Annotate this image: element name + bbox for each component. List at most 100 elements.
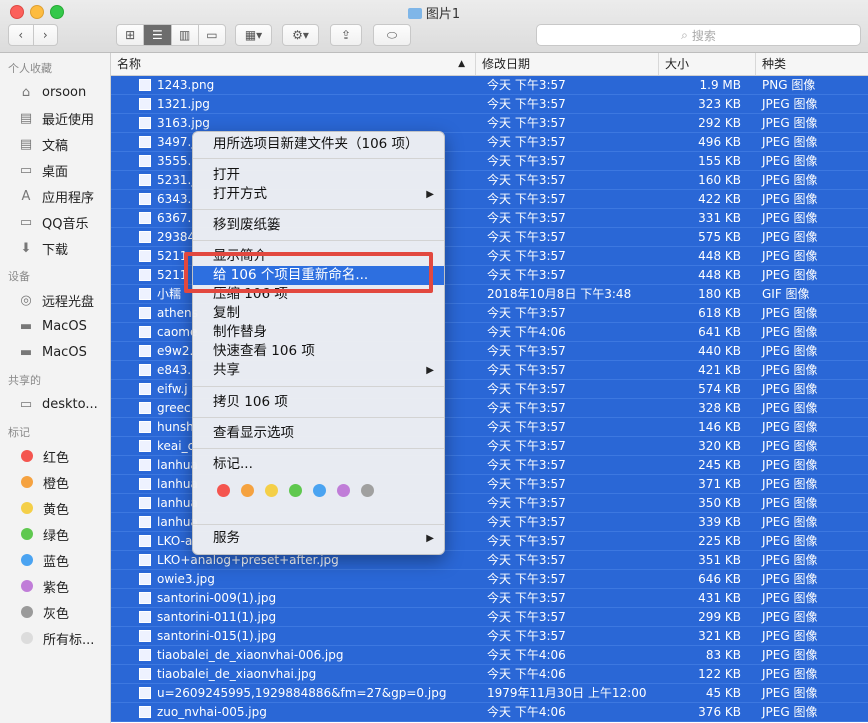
search-field[interactable]: ⌕ 搜索 xyxy=(536,24,861,46)
sidebar-tag-item[interactable]: 橙色 xyxy=(0,469,110,495)
menu-open[interactable]: 打开 xyxy=(193,166,444,185)
file-thumbnail-icon xyxy=(139,630,151,642)
menu-separator xyxy=(193,448,444,449)
file-date: 今天 下午3:57 xyxy=(487,572,566,586)
share-icon: ⇪ xyxy=(340,28,352,42)
file-name: 5211 xyxy=(157,249,188,263)
file-kind: JPEG 图像 xyxy=(762,534,818,548)
menu-move-to-trash[interactable]: 移到废纸篓 xyxy=(193,216,444,235)
menu-tag-color-icon[interactable] xyxy=(361,484,374,497)
context-menu: 用所选项目新建文件夹（106 项） 打开 打开方式 ▶ 移到废纸篓 显示简介 给 … xyxy=(192,131,445,555)
sidebar-item[interactable]: ▭ QQ音乐 xyxy=(0,209,110,235)
file-row[interactable]: tiaobalei_de_xiaonvhai-006.jpg 今天 下午4:06 8… xyxy=(111,646,868,665)
share-button[interactable]: ⇪ xyxy=(330,24,362,46)
sidebar-tag-item[interactable]: 红色 xyxy=(0,443,110,469)
sidebar-tag-item[interactable]: 蓝色 xyxy=(0,547,110,573)
file-thumbnail-icon xyxy=(139,478,151,490)
file-date: 1979年11月30日 上午12:00 xyxy=(487,686,647,700)
sidebar-item[interactable]: ⬇ 下载 xyxy=(0,235,110,261)
sidebar-item[interactable]: ▤ 文稿 xyxy=(0,131,110,157)
file-kind: JPEG 图像 xyxy=(762,116,818,130)
icon-view-button[interactable]: ⊞ xyxy=(117,25,145,45)
column-view-button[interactable]: ▥ xyxy=(172,25,199,45)
menu-show-view-options[interactable]: 查看显示选项 xyxy=(193,424,444,443)
file-row[interactable]: santorini-011(1).jpg 今天 下午3:57 299 KB JPEG … xyxy=(111,608,868,627)
menu-tag-color-icon[interactable] xyxy=(313,484,326,497)
sidebar-tag-item[interactable]: 紫色 xyxy=(0,573,110,599)
sidebar-item[interactable]: ▭ 桌面 xyxy=(0,157,110,183)
menu-quick-look[interactable]: 快速查看 106 项 xyxy=(193,342,444,361)
file-kind: JPEG 图像 xyxy=(762,154,818,168)
column-header-date[interactable]: 修改日期 xyxy=(476,53,659,75)
menu-open-with[interactable]: 打开方式 ▶ xyxy=(193,185,444,204)
file-row[interactable]: santorini-009(1).jpg 今天 下午3:57 431 KB JPEG … xyxy=(111,589,868,608)
menu-duplicate[interactable]: 复制 xyxy=(193,304,444,323)
menu-tag-color-icon[interactable] xyxy=(265,484,278,497)
menu-tag-color-icon[interactable] xyxy=(217,484,230,497)
forward-button[interactable]: › xyxy=(34,25,58,45)
sidebar-tag-item[interactable]: 所有标... xyxy=(0,625,110,651)
recents-icon: ▤ xyxy=(19,110,33,126)
column-header-name[interactable]: 名称 ▲ xyxy=(111,53,476,75)
file-row[interactable]: 1321.jpg 今天 下午3:57 323 KB JPEG 图像 xyxy=(111,95,868,114)
file-thumbnail-icon xyxy=(139,421,151,433)
file-row[interactable]: u=2609245995,1929884886&fm=27&gp=0.jpg 19… xyxy=(111,684,868,703)
file-row[interactable]: 1243.png 今天 下午3:57 1.9 MB PNG 图像 xyxy=(111,76,868,95)
file-row[interactable]: owie3.jpg 今天 下午3:57 646 KB JPEG 图像 xyxy=(111,570,868,589)
file-date: 今天 下午3:57 xyxy=(487,420,566,434)
sidebar-item-label: 远程光盘 xyxy=(42,294,95,310)
gallery-view-button[interactable]: ▭ xyxy=(199,25,225,45)
sidebar-item[interactable]: ◎ 远程光盘 xyxy=(0,287,110,313)
sidebar-item-label: MacOS xyxy=(42,318,87,334)
file-kind: JPEG 图像 xyxy=(762,477,818,491)
menu-new-folder-with-selection[interactable]: 用所选项目新建文件夹（106 项） xyxy=(193,135,444,154)
menu-make-alias[interactable]: 制作替身 xyxy=(193,323,444,342)
submenu-arrow-icon: ▶ xyxy=(426,189,434,200)
menu-tag-color-icon[interactable] xyxy=(241,484,254,497)
sidebar-item-label: 桌面 xyxy=(42,164,69,180)
sidebar-item[interactable]: A 应用程序 xyxy=(0,183,110,209)
applications-icon: A xyxy=(21,188,31,204)
menu-tags[interactable]: 标记... xyxy=(193,455,444,474)
file-date: 今天 下午3:57 xyxy=(487,382,566,396)
file-date: 今天 下午3:57 xyxy=(487,249,566,263)
file-row[interactable]: zuo_nvhai-005.jpg 今天 下午4:06 376 KB JPEG 图像 xyxy=(111,703,868,722)
sidebar-item[interactable]: ▤ 最近使用 xyxy=(0,105,110,131)
action-button[interactable]: ⚙▾ xyxy=(282,24,319,46)
group-button[interactable]: ▦▾ xyxy=(235,24,272,46)
menu-services[interactable]: 服务 ▶ xyxy=(193,529,444,548)
back-button[interactable]: ‹ xyxy=(9,25,34,45)
file-kind: JPEG 图像 xyxy=(762,705,818,719)
file-name: santorini-009(1).jpg xyxy=(157,591,277,605)
column-header-kind[interactable]: 种类 xyxy=(756,53,868,75)
sidebar-tag-item[interactable]: 绿色 xyxy=(0,521,110,547)
sidebar-tag-item[interactable]: 灰色 xyxy=(0,599,110,625)
file-kind: JPEG 图像 xyxy=(762,268,818,282)
sidebar-header-favorites: 个人收藏 xyxy=(8,62,52,75)
list-view-button[interactable]: ☰ xyxy=(144,25,172,45)
sidebar-item[interactable]: ▭ deskto... xyxy=(0,391,110,417)
sidebar-item[interactable]: ▬ MacOS xyxy=(0,313,110,339)
file-kind: JPEG 图像 xyxy=(762,97,818,111)
desktop-icon: ▭ xyxy=(19,162,33,178)
sidebar-item[interactable]: ▬ MacOS xyxy=(0,339,110,365)
file-thumbnail-icon xyxy=(139,212,151,224)
file-row[interactable]: tiaobalei_de_xiaonvhai.jpg 今天 下午4:06 122 K… xyxy=(111,665,868,684)
column-header-size[interactable]: 大小 xyxy=(659,53,756,75)
file-kind: JPEG 图像 xyxy=(762,553,818,567)
file-size: 350 KB xyxy=(698,496,741,510)
tag-button[interactable]: ⬭ xyxy=(373,24,411,46)
menu-copy-items[interactable]: 拷贝 106 项 xyxy=(193,393,444,412)
menu-share[interactable]: 共享 ▶ xyxy=(193,361,444,380)
sidebar-tag-item[interactable]: 黄色 xyxy=(0,495,110,521)
file-size: 376 KB xyxy=(698,705,741,719)
menu-tag-color-icon[interactable] xyxy=(337,484,350,497)
file-size: 1.9 MB xyxy=(699,78,741,92)
menu-tag-color-icon[interactable] xyxy=(289,484,302,497)
file-kind: JPEG 图像 xyxy=(762,249,818,263)
file-row[interactable]: santorini-015(1).jpg 今天 下午3:57 321 KB JPEG … xyxy=(111,627,868,646)
file-date: 今天 下午3:57 xyxy=(487,135,566,149)
sidebar-item[interactable]: ⌂ orsoon xyxy=(0,79,110,105)
file-kind: JPEG 图像 xyxy=(762,173,818,187)
file-thumbnail-icon xyxy=(139,535,151,547)
